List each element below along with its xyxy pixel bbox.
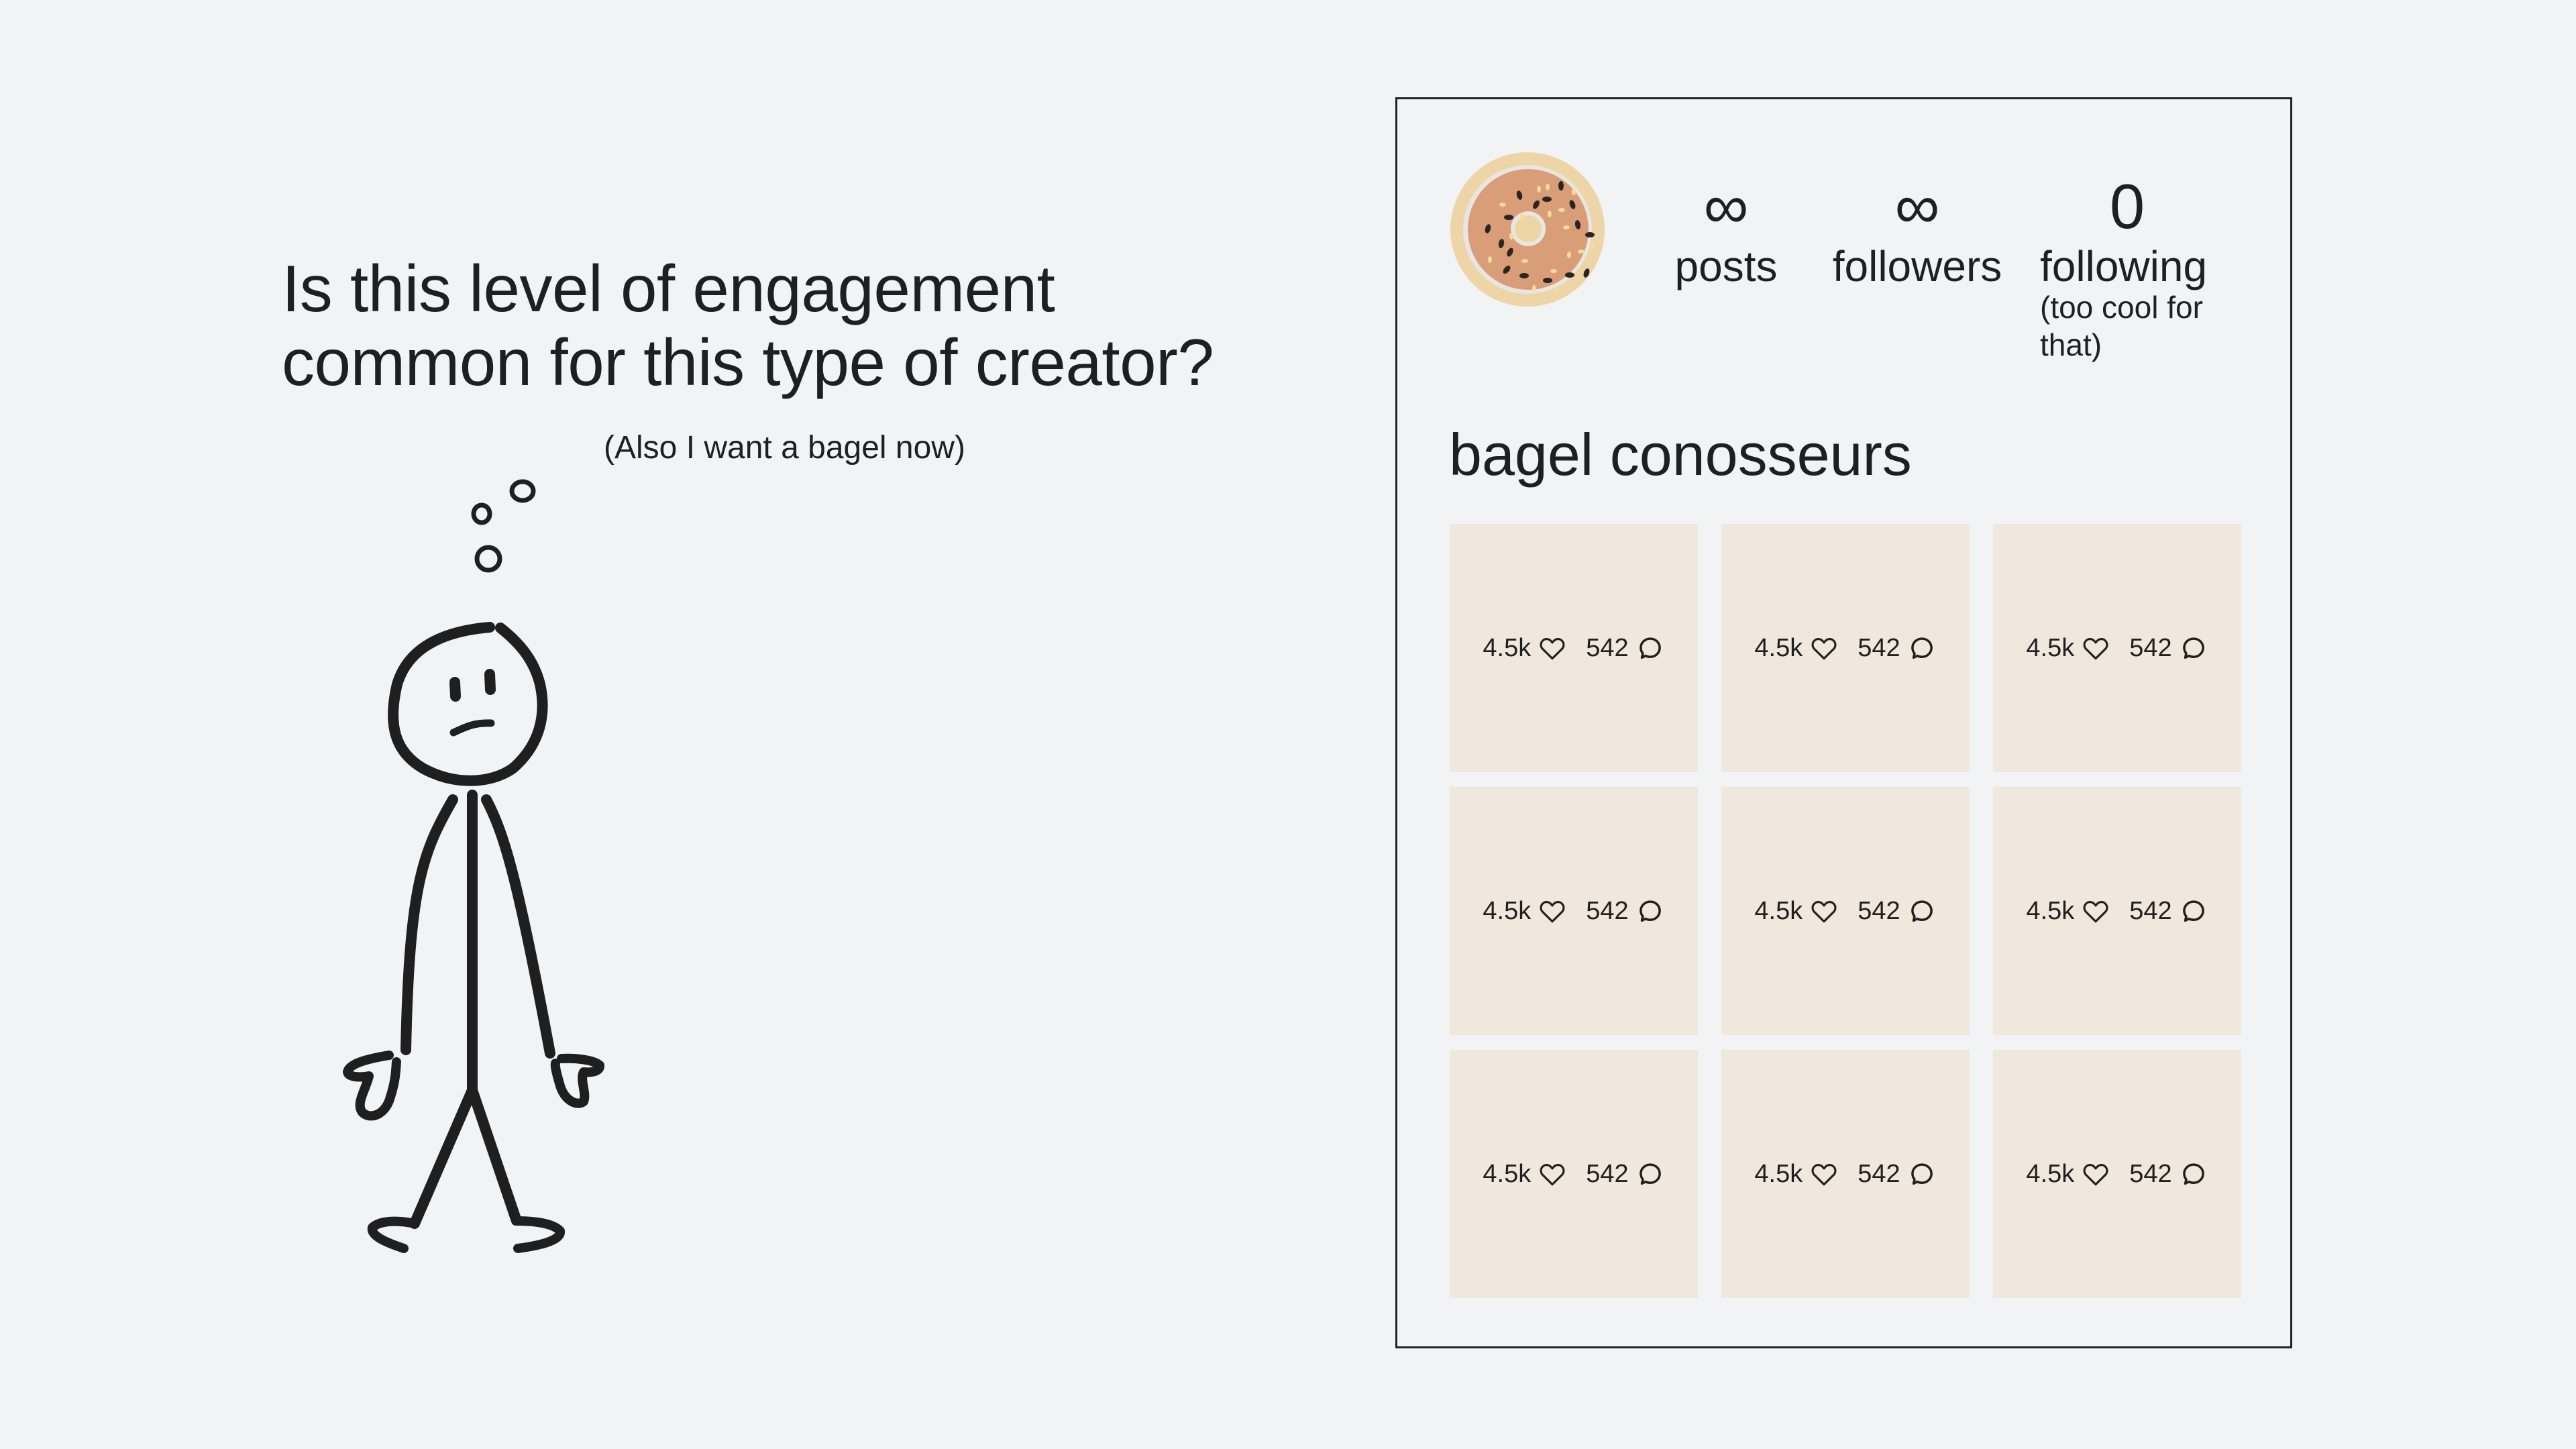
- comments-count: 542: [1586, 896, 1629, 925]
- likes-metric: 4.5k: [1754, 1159, 1839, 1189]
- post-tile-4[interactable]: 4.5k 542: [1450, 787, 1698, 1035]
- aside-note: (Also I want a bagel now): [604, 430, 965, 466]
- comments-count: 542: [1586, 633, 1629, 662]
- comment-icon[interactable]: [1635, 633, 1665, 663]
- post-tile-1[interactable]: 4.5k 542: [1450, 524, 1698, 772]
- comments-metric: 542: [2129, 896, 2208, 926]
- head: [388, 622, 548, 786]
- likes-metric: 4.5k: [2026, 633, 2110, 663]
- comments-count: 542: [2129, 1159, 2172, 1188]
- heart-icon[interactable]: [1809, 896, 1839, 926]
- heart-icon[interactable]: [1809, 633, 1839, 663]
- following-count: 0: [2109, 171, 2145, 241]
- post-tile-7[interactable]: 4.5k 542: [1450, 1050, 1698, 1298]
- comments-metric: 542: [1586, 1159, 1664, 1189]
- likes-count: 4.5k: [1754, 1159, 1803, 1188]
- comments-metric: 542: [1586, 896, 1664, 926]
- post-tile-3[interactable]: 4.5k 542: [1993, 524, 2241, 772]
- right-arm: [481, 794, 555, 1059]
- heart-icon[interactable]: [1809, 1159, 1839, 1189]
- likes-count: 4.5k: [2026, 633, 2075, 662]
- heart-icon[interactable]: [1538, 1159, 1567, 1189]
- comment-icon[interactable]: [2179, 633, 2208, 663]
- comment-icon[interactable]: [2179, 896, 2208, 926]
- followers-label: followers: [1832, 242, 2002, 290]
- comment-icon[interactable]: [1907, 633, 1937, 663]
- comment-icon[interactable]: [1635, 896, 1665, 926]
- likes-metric: 4.5k: [2026, 896, 2110, 926]
- comments-count: 542: [1858, 633, 1900, 662]
- stat-following[interactable]: 0 following (too cool for that): [2040, 173, 2241, 364]
- comments-metric: 542: [2129, 633, 2208, 663]
- comments-metric: 542: [1586, 633, 1664, 663]
- comment-icon[interactable]: [1907, 1159, 1937, 1189]
- thought-bubble-medium: [474, 545, 502, 573]
- likes-metric: 4.5k: [1483, 1159, 1567, 1189]
- comments-metric: 542: [1858, 633, 1936, 663]
- comments-metric: 542: [1858, 1159, 1936, 1189]
- question-line-2: common for this type of creator?: [282, 325, 1214, 399]
- left-arm: [400, 794, 458, 1055]
- question-line-1: Is this level of engagement: [282, 252, 1055, 325]
- likes-metric: 4.5k: [2026, 1159, 2110, 1189]
- post-tile-2[interactable]: 4.5k 542: [1721, 524, 1970, 772]
- bagel-avatar-icon[interactable]: [1449, 151, 1607, 309]
- likes-count: 4.5k: [1483, 1159, 1532, 1188]
- thought-bubble-large: [509, 479, 536, 503]
- comment-icon[interactable]: [1907, 896, 1937, 926]
- likes-count: 4.5k: [1754, 633, 1803, 662]
- posts-count: ∞: [1703, 171, 1749, 241]
- question-heading: Is this level of engagement common for t…: [282, 252, 1214, 399]
- post-tile-9[interactable]: 4.5k 542: [1993, 1050, 2241, 1298]
- likes-count: 4.5k: [2026, 1159, 2075, 1188]
- mouth: [449, 719, 495, 737]
- left-leg: [409, 1085, 478, 1229]
- right-foot: [511, 1216, 565, 1253]
- comment-icon[interactable]: [1635, 1159, 1665, 1189]
- likes-metric: 4.5k: [1754, 633, 1839, 663]
- left-hand: [343, 1051, 401, 1121]
- left-foot: [367, 1216, 419, 1253]
- post-tile-5[interactable]: 4.5k 542: [1721, 787, 1970, 1035]
- profile-name: bagel conosseurs: [1449, 421, 1912, 488]
- heart-icon[interactable]: [2081, 1159, 2110, 1189]
- likes-metric: 4.5k: [1483, 633, 1567, 663]
- comments-count: 542: [1586, 1159, 1629, 1188]
- likes-count: 4.5k: [1754, 896, 1803, 925]
- right-hand: [550, 1053, 604, 1108]
- right-leg: [467, 1085, 521, 1224]
- following-label: following: [2040, 242, 2208, 290]
- heart-icon[interactable]: [2081, 633, 2110, 663]
- likes-count: 4.5k: [1483, 896, 1532, 925]
- heart-icon[interactable]: [1538, 633, 1567, 663]
- thought-bubble-small: [471, 502, 492, 525]
- likes-metric: 4.5k: [1483, 896, 1567, 926]
- post-tile-6[interactable]: 4.5k 542: [1993, 787, 2241, 1035]
- comments-count: 542: [2129, 896, 2172, 925]
- comments-metric: 542: [2129, 1159, 2208, 1189]
- likes-count: 4.5k: [2026, 896, 2075, 925]
- comments-count: 542: [2129, 633, 2172, 662]
- following-note: (too cool for that): [2040, 290, 2203, 362]
- followers-count: ∞: [1894, 171, 1940, 241]
- heart-icon[interactable]: [2081, 896, 2110, 926]
- comment-icon[interactable]: [2179, 1159, 2208, 1189]
- posts-label: posts: [1674, 242, 1778, 290]
- comments-count: 542: [1858, 896, 1900, 925]
- profile-card: ∞ posts ∞ followers 0 following (too coo…: [1395, 97, 2292, 1348]
- stat-posts[interactable]: ∞ posts: [1646, 173, 1807, 290]
- comments-count: 542: [1858, 1159, 1900, 1188]
- likes-metric: 4.5k: [1754, 896, 1839, 926]
- likes-count: 4.5k: [1483, 633, 1532, 662]
- stat-followers[interactable]: ∞ followers: [1820, 173, 2015, 290]
- comments-metric: 542: [1858, 896, 1936, 926]
- post-tile-8[interactable]: 4.5k 542: [1721, 1050, 1970, 1298]
- post-grid: 4.5k 542 4.5k 542 4.5k 542 4.5k 542 4.5k…: [1450, 524, 2241, 1298]
- heart-icon[interactable]: [1538, 896, 1567, 926]
- stick-figure-icon: [343, 479, 604, 1253]
- slide: Is this level of engagement common for t…: [0, 0, 2576, 1449]
